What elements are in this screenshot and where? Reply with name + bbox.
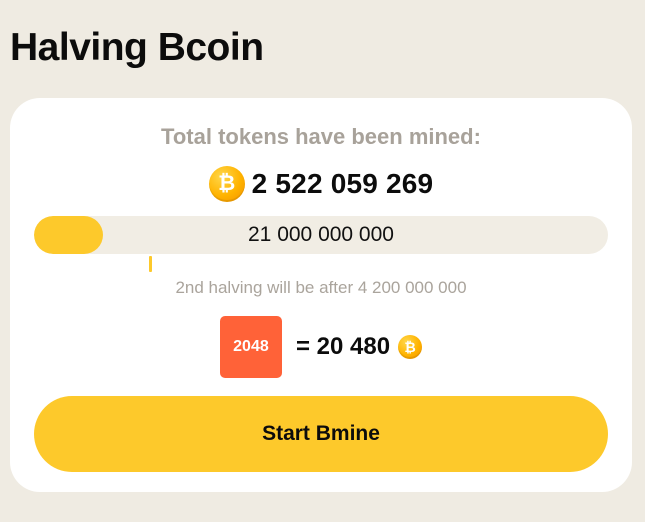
tile-reward-row: 2048 = 20 480 ₿ — [10, 316, 632, 378]
halving-marker — [149, 256, 152, 272]
mining-progress-bar: 21 000 000 000 — [34, 216, 608, 254]
tile-2048: 2048 — [219, 316, 282, 378]
total-supply-label: 21 000 000 000 — [248, 223, 394, 246]
mined-amount: 2 522 059 269 — [251, 168, 434, 199]
mined-amount-row: ₿ 2 522 059 269 — [10, 166, 632, 202]
halving-note: 2nd halving will be after 4 200 000 000 — [175, 278, 467, 297]
mined-label: Total tokens have been mined: — [161, 124, 481, 149]
mining-card: Total tokens have been mined: ₿ 2 522 05… — [10, 98, 632, 492]
tile-reward-value: = 20 480 — [295, 333, 391, 360]
bitcoin-coin-icon: ₿ — [398, 335, 423, 359]
page-title: Halving Bcoin — [10, 26, 264, 69]
start-bmine-button[interactable]: Start Bmine — [34, 396, 608, 472]
bitcoin-coin-icon: ₿ — [208, 166, 245, 202]
